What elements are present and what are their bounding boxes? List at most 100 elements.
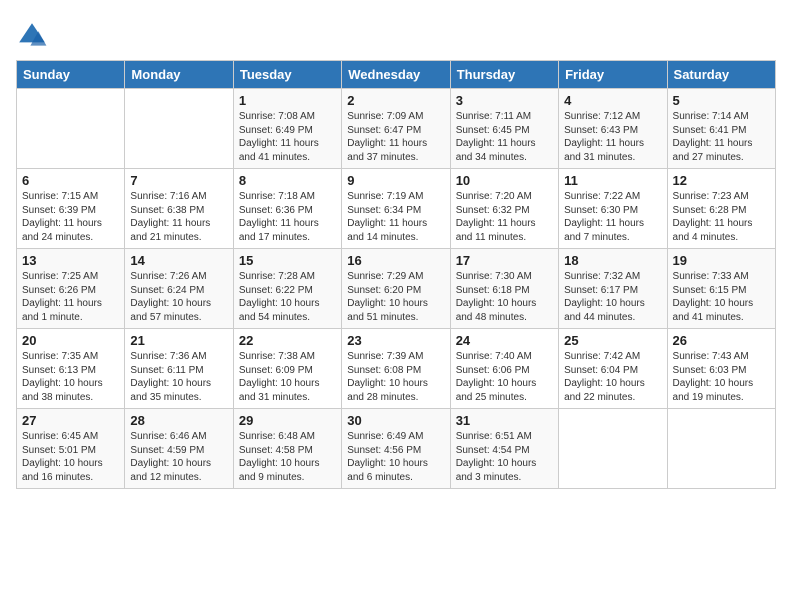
day-info: Sunrise: 7:18 AM Sunset: 6:36 PM Dayligh… (239, 190, 336, 244)
day-info: Sunrise: 6:51 AM Sunset: 4:54 PM Dayligh… (456, 430, 553, 484)
logo (16, 20, 52, 52)
calendar-cell: 26 Sunrise: 7:43 AM Sunset: 6:03 PM Dayli… (667, 329, 775, 409)
day-info: Sunrise: 6:45 AM Sunset: 5:01 PM Dayligh… (22, 430, 119, 484)
day-number: 23 (347, 333, 444, 348)
calendar-cell: 25Sunrise: 7:42 AM Sunset: 6:04 PM Dayli… (559, 329, 667, 409)
calendar-cell: 8Sunrise: 7:18 AM Sunset: 6:36 PM Daylig… (233, 169, 341, 249)
day-number: 2 (347, 93, 444, 108)
day-number: 20 (22, 333, 119, 348)
calendar-cell: 31 Sunrise: 6:51 AM Sunset: 4:54 PM Dayli… (450, 409, 558, 489)
calendar-header: SundayMondayTuesdayWednesdayThursdayFrid… (17, 61, 776, 89)
calendar-cell: 14Sunrise: 7:26 AM Sunset: 6:24 PM Dayli… (125, 249, 233, 329)
week-row-4: 20 Sunrise: 7:35 AM Sunset: 6:13 PM Dayli… (17, 329, 776, 409)
calendar-cell (125, 89, 233, 169)
calendar-cell: 10 Sunrise: 7:20 AM Sunset: 6:32 PM Dayli… (450, 169, 558, 249)
day-info: Sunrise: 7:28 AM Sunset: 6:22 PM Dayligh… (239, 270, 336, 324)
day-info: Sunrise: 6:48 AM Sunset: 4:58 PM Dayligh… (239, 430, 336, 484)
calendar-cell: 7 Sunrise: 7:16 AM Sunset: 6:38 PM Daylig… (125, 169, 233, 249)
day-header-tuesday: Tuesday (233, 61, 341, 89)
day-info: Sunrise: 7:23 AM Sunset: 6:28 PM Dayligh… (673, 190, 770, 244)
day-number: 11 (564, 173, 661, 188)
day-info: Sunrise: 7:12 AM Sunset: 6:43 PM Dayligh… (564, 110, 661, 164)
calendar-cell: 9 Sunrise: 7:19 AM Sunset: 6:34 PM Daylig… (342, 169, 450, 249)
day-number: 30 (347, 413, 444, 428)
day-header-monday: Monday (125, 61, 233, 89)
calendar-cell (17, 89, 125, 169)
day-number: 12 (673, 173, 770, 188)
calendar-cell: 19 Sunrise: 7:33 AM Sunset: 6:15 PM Dayli… (667, 249, 775, 329)
day-number: 14 (130, 253, 227, 268)
day-info: Sunrise: 7:36 AM Sunset: 6:11 PM Dayligh… (130, 350, 227, 404)
day-info: Sunrise: 7:11 AM Sunset: 6:45 PM Dayligh… (456, 110, 553, 164)
calendar-cell: 6Sunrise: 7:15 AM Sunset: 6:39 PM Daylig… (17, 169, 125, 249)
day-number: 4 (564, 93, 661, 108)
day-number: 25 (564, 333, 661, 348)
day-info: Sunrise: 7:25 AM Sunset: 6:26 PM Dayligh… (22, 270, 119, 324)
calendar-cell: 20 Sunrise: 7:35 AM Sunset: 6:13 PM Dayli… (17, 329, 125, 409)
day-number: 10 (456, 173, 553, 188)
day-number: 3 (456, 93, 553, 108)
page-header (16, 16, 776, 52)
day-number: 24 (456, 333, 553, 348)
day-number: 31 (456, 413, 553, 428)
day-info: Sunrise: 7:22 AM Sunset: 6:30 PM Dayligh… (564, 190, 661, 244)
calendar-cell: 5 Sunrise: 7:14 AM Sunset: 6:41 PM Daylig… (667, 89, 775, 169)
calendar-cell: 21 Sunrise: 7:36 AM Sunset: 6:11 PM Dayli… (125, 329, 233, 409)
week-row-1: 1Sunrise: 7:08 AM Sunset: 6:49 PM Daylig… (17, 89, 776, 169)
day-info: Sunrise: 6:49 AM Sunset: 4:56 PM Dayligh… (347, 430, 444, 484)
day-number: 21 (130, 333, 227, 348)
calendar-cell: 13Sunrise: 7:25 AM Sunset: 6:26 PM Dayli… (17, 249, 125, 329)
day-number: 29 (239, 413, 336, 428)
day-info: Sunrise: 7:29 AM Sunset: 6:20 PM Dayligh… (347, 270, 444, 324)
day-info: Sunrise: 7:14 AM Sunset: 6:41 PM Dayligh… (673, 110, 770, 164)
day-info: Sunrise: 7:09 AM Sunset: 6:47 PM Dayligh… (347, 110, 444, 164)
day-number: 9 (347, 173, 444, 188)
calendar-cell: 17Sunrise: 7:30 AM Sunset: 6:18 PM Dayli… (450, 249, 558, 329)
calendar-cell: 27 Sunrise: 6:45 AM Sunset: 5:01 PM Dayli… (17, 409, 125, 489)
calendar-cell: 11 Sunrise: 7:22 AM Sunset: 6:30 PM Dayli… (559, 169, 667, 249)
day-info: Sunrise: 7:15 AM Sunset: 6:39 PM Dayligh… (22, 190, 119, 244)
day-number: 15 (239, 253, 336, 268)
day-number: 28 (130, 413, 227, 428)
week-row-5: 27 Sunrise: 6:45 AM Sunset: 5:01 PM Dayli… (17, 409, 776, 489)
day-header-thursday: Thursday (450, 61, 558, 89)
day-number: 7 (130, 173, 227, 188)
calendar-cell: 22Sunrise: 7:38 AM Sunset: 6:09 PM Dayli… (233, 329, 341, 409)
day-info: Sunrise: 7:39 AM Sunset: 6:08 PM Dayligh… (347, 350, 444, 404)
calendar-cell: 2 Sunrise: 7:09 AM Sunset: 6:47 PM Daylig… (342, 89, 450, 169)
week-row-3: 13Sunrise: 7:25 AM Sunset: 6:26 PM Dayli… (17, 249, 776, 329)
calendar-cell: 30 Sunrise: 6:49 AM Sunset: 4:56 PM Dayli… (342, 409, 450, 489)
calendar-body: 1Sunrise: 7:08 AM Sunset: 6:49 PM Daylig… (17, 89, 776, 489)
day-header-saturday: Saturday (667, 61, 775, 89)
day-header-wednesday: Wednesday (342, 61, 450, 89)
calendar-cell (559, 409, 667, 489)
day-info: Sunrise: 7:20 AM Sunset: 6:32 PM Dayligh… (456, 190, 553, 244)
calendar-cell: 28 Sunrise: 6:46 AM Sunset: 4:59 PM Dayli… (125, 409, 233, 489)
day-info: Sunrise: 6:46 AM Sunset: 4:59 PM Dayligh… (130, 430, 227, 484)
day-number: 18 (564, 253, 661, 268)
day-info: Sunrise: 7:32 AM Sunset: 6:17 PM Dayligh… (564, 270, 661, 324)
day-number: 26 (673, 333, 770, 348)
calendar-cell: 15 Sunrise: 7:28 AM Sunset: 6:22 PM Dayli… (233, 249, 341, 329)
day-number: 17 (456, 253, 553, 268)
day-info: Sunrise: 7:16 AM Sunset: 6:38 PM Dayligh… (130, 190, 227, 244)
day-number: 5 (673, 93, 770, 108)
day-info: Sunrise: 7:35 AM Sunset: 6:13 PM Dayligh… (22, 350, 119, 404)
header-row: SundayMondayTuesdayWednesdayThursdayFrid… (17, 61, 776, 89)
day-number: 19 (673, 253, 770, 268)
day-info: Sunrise: 7:19 AM Sunset: 6:34 PM Dayligh… (347, 190, 444, 244)
calendar-cell: 18 Sunrise: 7:32 AM Sunset: 6:17 PM Dayli… (559, 249, 667, 329)
day-header-friday: Friday (559, 61, 667, 89)
calendar-cell: 29 Sunrise: 6:48 AM Sunset: 4:58 PM Dayli… (233, 409, 341, 489)
logo-icon (16, 20, 48, 52)
day-info: Sunrise: 7:08 AM Sunset: 6:49 PM Dayligh… (239, 110, 336, 164)
calendar-cell: 16Sunrise: 7:29 AM Sunset: 6:20 PM Dayli… (342, 249, 450, 329)
day-info: Sunrise: 7:38 AM Sunset: 6:09 PM Dayligh… (239, 350, 336, 404)
calendar-cell: 3 Sunrise: 7:11 AM Sunset: 6:45 PM Daylig… (450, 89, 558, 169)
day-number: 27 (22, 413, 119, 428)
day-info: Sunrise: 7:33 AM Sunset: 6:15 PM Dayligh… (673, 270, 770, 324)
calendar-cell: 23 Sunrise: 7:39 AM Sunset: 6:08 PM Dayli… (342, 329, 450, 409)
day-header-sunday: Sunday (17, 61, 125, 89)
calendar-cell: 1Sunrise: 7:08 AM Sunset: 6:49 PM Daylig… (233, 89, 341, 169)
day-info: Sunrise: 7:43 AM Sunset: 6:03 PM Dayligh… (673, 350, 770, 404)
